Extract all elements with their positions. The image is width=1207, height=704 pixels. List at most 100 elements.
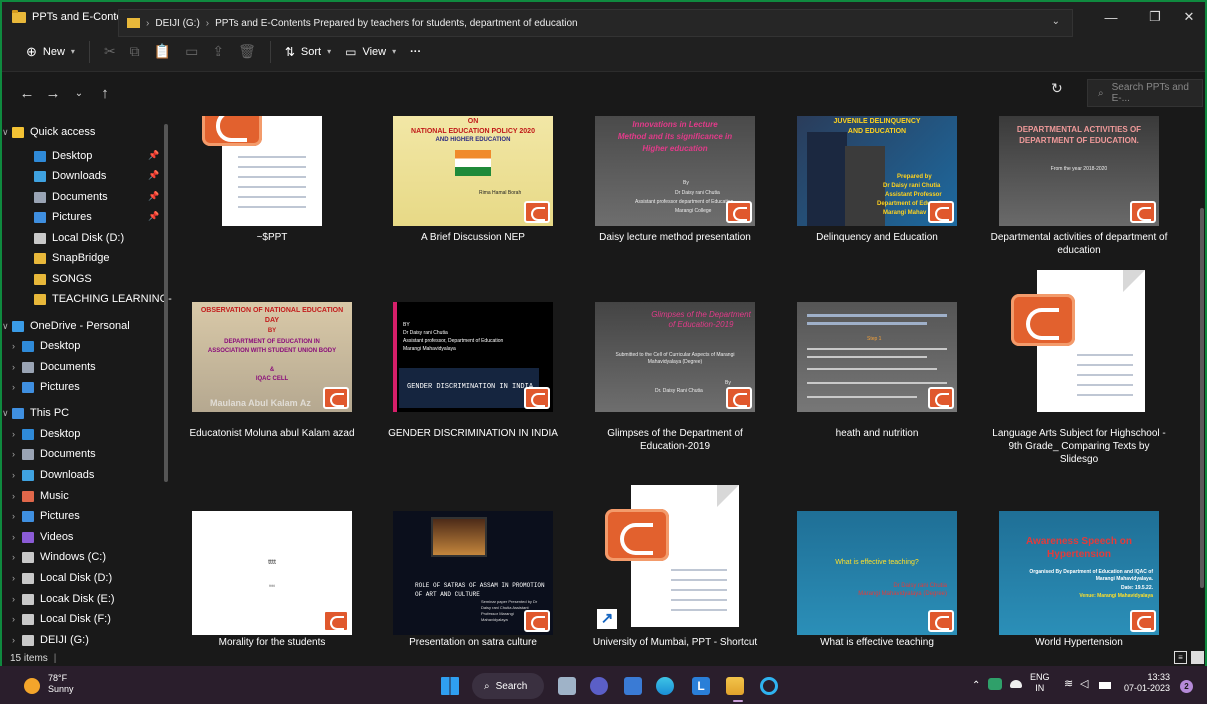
expand-chevron-icon[interactable]: › <box>12 511 22 521</box>
sidebar-item[interactable]: ∨ Quick access <box>2 122 95 142</box>
sidebar-item[interactable]: TEACHING LEARNING-02 <box>24 289 172 309</box>
breadcrumb-drive[interactable]: DEIJI (G:) <box>155 18 199 29</box>
sidebar-item[interactable]: › Downloads <box>12 465 94 485</box>
task-view-icon[interactable] <box>558 677 576 695</box>
sidebar-item[interactable]: › Documents <box>12 357 96 377</box>
edge-browser-icon[interactable] <box>656 677 674 695</box>
cut-button[interactable]: ✂ <box>104 43 116 60</box>
sidebar-item[interactable]: ∨ OneDrive - Personal <box>2 316 130 336</box>
sidebar-item[interactable]: SnapBridge <box>24 248 110 268</box>
sidebar-item-label: Locak Disk (E:) <box>40 593 115 605</box>
volume-icon[interactable]: ◁ <box>1080 679 1088 690</box>
expand-chevron-icon[interactable]: › <box>12 635 22 645</box>
expand-chevron-icon[interactable]: › <box>12 362 22 372</box>
windows-start-icon[interactable] <box>441 677 459 695</box>
flag-image <box>455 150 491 176</box>
sort-button[interactable]: ⇅ Sort ▾ <box>285 45 331 59</box>
sidebar-item[interactable]: Documents <box>24 187 108 207</box>
sidebar-scrollbar[interactable] <box>164 124 168 482</box>
sidebar-item[interactable]: › Pictures <box>12 506 80 526</box>
close-button[interactable]: ✕ <box>1167 2 1207 32</box>
sidebar-item[interactable]: › Videos <box>12 527 73 547</box>
search-input[interactable]: ⌕ Search PPTs and E-... <box>1087 79 1203 107</box>
expand-chevron-icon[interactable]: › <box>12 552 22 562</box>
security-tray-icon[interactable] <box>988 678 1002 690</box>
sidebar-item[interactable]: Pictures <box>24 207 92 227</box>
view-button[interactable]: ▭ View ▾ <box>345 45 396 59</box>
minimize-button[interactable]: — <box>1089 2 1133 32</box>
sidebar-item[interactable]: › Documents <box>12 444 96 464</box>
large-icons-view-icon[interactable] <box>1191 651 1204 664</box>
sidebar-item[interactable]: › Windows (C:) <box>12 547 106 567</box>
details-view-icon[interactable]: ≡ <box>1174 651 1187 664</box>
taskbar-search-button[interactable]: ⌕ Search <box>472 673 544 699</box>
expand-chevron-icon[interactable]: › <box>12 382 22 392</box>
share-button[interactable]: ⇪ <box>212 43 224 60</box>
cortana-icon[interactable] <box>760 677 778 695</box>
sun-icon[interactable] <box>24 678 40 694</box>
expand-chevron-icon[interactable]: › <box>12 573 22 583</box>
onedrive-tray-icon[interactable] <box>1010 680 1022 688</box>
copy-button[interactable]: ⧉ <box>130 43 140 60</box>
back-arrow-icon[interactable]: ← <box>14 85 40 102</box>
forward-arrow-icon[interactable]: → <box>40 85 66 102</box>
language-code: ENG <box>1030 672 1050 682</box>
store-app-icon[interactable]: L <box>692 677 710 695</box>
expand-chevron-icon[interactable]: › <box>12 429 22 439</box>
expand-chevron-icon[interactable]: › <box>12 449 22 459</box>
sidebar-item[interactable]: SONGS <box>24 269 92 289</box>
sidebar-item[interactable]: › Desktop <box>12 336 80 356</box>
desktop-icon <box>22 428 34 440</box>
delete-button[interactable]: 🗑 <box>238 43 256 60</box>
refresh-icon[interactable]: ↻ <box>1051 80 1063 97</box>
cut-icon: ✂ <box>103 43 116 59</box>
sidebar-item[interactable]: › Music <box>12 486 69 506</box>
expand-chevron-icon[interactable]: › <box>12 614 22 624</box>
expand-chevron-icon[interactable]: › <box>12 594 22 604</box>
weather-condition: Sunny <box>48 684 74 694</box>
show-hidden-icons[interactable]: ⌃ <box>972 680 980 691</box>
file-explorer-icon[interactable] <box>726 677 744 695</box>
sidebar-item[interactable]: Local Disk (D:) <box>24 228 124 248</box>
sidebar-item[interactable]: Desktop <box>24 146 92 166</box>
address-bar[interactable]: › DEIJI (G:) › PPTs and E-Contents Prepa… <box>118 9 1073 37</box>
widgets-icon[interactable] <box>624 677 642 695</box>
teams-chat-icon[interactable] <box>590 677 608 695</box>
sidebar-item[interactable]: › Pictures <box>12 377 80 397</box>
sidebar-item-label: OneDrive - Personal <box>30 320 130 332</box>
wifi-icon[interactable]: ≋ <box>1064 679 1073 690</box>
expand-chevron-icon[interactable]: › <box>12 470 22 480</box>
clock[interactable]: 13:33 07-01-2023 <box>1124 672 1170 694</box>
content-scrollbar[interactable] <box>1200 208 1204 588</box>
sidebar-item[interactable]: Downloads <box>24 166 106 186</box>
sidebar-item[interactable]: ∨ This PC <box>2 403 69 423</box>
desktop-icon <box>22 340 34 352</box>
expand-chevron-icon[interactable]: › <box>12 532 22 542</box>
sidebar-item[interactable]: › Locak Disk (E:) <box>12 589 115 609</box>
sidebar-item[interactable]: › Local Disk (D:) <box>12 568 112 588</box>
notification-badge[interactable]: 2 <box>1180 680 1193 693</box>
expand-chevron-icon[interactable]: ∨ <box>2 321 12 332</box>
file-name: Departmental activities of department of… <box>990 232 1168 256</box>
paste-button[interactable]: 📋 <box>154 43 171 60</box>
new-button[interactable]: ⊕ New ▾ <box>26 44 75 60</box>
up-arrow-icon[interactable]: ↑ <box>92 85 118 102</box>
expand-chevron-icon[interactable]: › <box>12 341 22 351</box>
weather-widget[interactable]: 78°F Sunny <box>48 673 74 695</box>
sidebar-item[interactable]: › DEIJI (G:) <box>12 630 89 648</box>
powerpoint-badge-icon <box>524 387 550 409</box>
rename-button[interactable]: ▭ <box>185 43 198 60</box>
expand-chevron-icon[interactable]: › <box>12 491 22 501</box>
breadcrumb-folder[interactable]: PPTs and E-Contents Prepared by teachers… <box>215 18 577 29</box>
recent-locations-icon[interactable]: ⌄ <box>66 88 92 99</box>
sidebar-item[interactable]: › Desktop <box>12 424 80 444</box>
expand-chevron-icon[interactable]: ∨ <box>2 408 12 419</box>
more-options-button[interactable]: ··· <box>410 46 421 58</box>
sidebar-item[interactable]: › Local Disk (F:) <box>12 609 111 629</box>
expand-chevron-icon[interactable]: ∨ <box>2 127 12 138</box>
battery-icon[interactable] <box>1099 682 1111 689</box>
file-name: Glimpses of the Department of Education-… <box>607 428 743 452</box>
view-label: View <box>362 45 387 58</box>
language-indicator[interactable]: ENG IN <box>1030 672 1050 694</box>
chevron-down-icon[interactable]: ⌄ <box>1052 16 1060 27</box>
